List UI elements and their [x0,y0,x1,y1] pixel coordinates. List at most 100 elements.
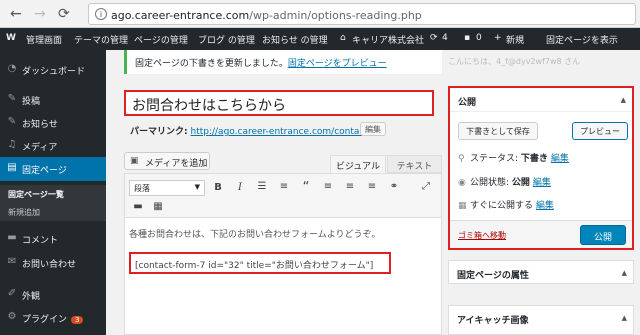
sidebar-item-dashboard[interactable]: ◔ ダッシュボード [0,58,106,82]
eye-icon: ◉ [458,178,466,188]
adminbar-updates-count[interactable]: 4 [442,33,448,43]
fullscreen-icon[interactable]: ⤢ [419,181,433,192]
chevron-down-icon: ▼ [194,183,200,191]
adminbar-item-site[interactable]: キャリア株式会社 [352,33,424,46]
align-right-icon[interactable]: ≡ [365,181,379,192]
italic-icon[interactable]: I [233,182,247,193]
page-icon: ▤ [7,162,17,173]
url-path: /wp-admin/options-reading.php [249,9,422,22]
sidebar-item-pages[interactable]: ▤ 固定ページ [0,157,106,181]
sidebar-subitem-all-pages[interactable]: 固定ページ一覧 [0,185,106,203]
notice-preview-link[interactable]: 固定ページをプレビュー [288,59,387,69]
plugin-icon: ⚙ [7,311,17,322]
permalink-row: パーマリンク: http://ago.career-entrance.com/c… [130,124,371,137]
browser-toolbar: ← → ⟳ i ago.career-entrance.com/wp-admin… [0,0,640,28]
status-edit-link[interactable]: 編集 [551,154,569,164]
schedule-row: ▦ すぐに公開する 編集 [458,198,554,211]
media-icon: ♫ [7,139,17,150]
align-center-icon[interactable]: ≡ [343,181,357,192]
post-title-value: お問合わせはこちらから [132,98,286,114]
move-to-trash-link[interactable]: ゴミ箱へ移動 [458,230,506,241]
greeting-text: こんにちは、4_f@dyv2wf7w8 さん [448,57,581,66]
adminbar-item-themes[interactable]: テーマの管理 [74,33,128,46]
preview-button[interactable]: プレビュー [572,122,628,140]
forward-arrow-icon[interactable]: → [34,6,46,22]
notice-message: 固定ページの下書きを更新しました。 [135,59,288,69]
brush-icon: ✐ [7,288,17,299]
url-text[interactable]: ago.career-entrance.com/wp-admin/options… [111,9,422,22]
tab-visual[interactable]: ビジュアル [330,155,386,173]
contact-form-shortcode: [contact-form-7 id="32" title="お問い合わせフォー… [129,252,391,274]
reload-icon[interactable]: ⟳ [58,6,70,22]
post-title-input[interactable]: お問合わせはこちらから [124,90,434,116]
visibility-edit-link[interactable]: 編集 [533,178,551,188]
comment-icon: ▪ [464,33,471,43]
caret-up-icon[interactable]: ▲ [622,314,627,322]
sidebar-item-media[interactable]: ♫ メディア [0,134,106,158]
comment-icon: ▬ [7,232,17,243]
back-arrow-icon[interactable]: ← [10,6,22,22]
sidebar-item-appearance[interactable]: ✐ 外観 [0,283,106,307]
adminbar-comments-count[interactable]: 0 [476,33,482,43]
numbered-list-icon[interactable]: ≡ [277,181,291,192]
content-editor[interactable]: 段落 ▼ B I ☰ ≡ “ ≡ ≡ ≡ ⚭ ⤢ ▬ ▦ 各種お問合わせは、下記… [124,173,442,335]
save-draft-button[interactable]: 下書きとして保存 [458,122,538,140]
sidebar-item-comments[interactable]: ▬ コメント [0,227,106,251]
info-icon[interactable]: i [95,8,107,20]
schedule-edit-link[interactable]: 編集 [536,201,554,211]
add-media-button[interactable]: ▣ メディアを追加 [124,152,210,170]
adminbar-item-blog[interactable]: ブログ の管理 [198,33,255,46]
wordpress-logo-icon[interactable]: W [6,33,16,43]
adminbar-item-dashboard[interactable]: 管理画面 [26,33,62,46]
permalink-url[interactable]: http://ago.career-entrance.com/contact/ [190,127,370,137]
page-attributes-box[interactable]: 固定ページの属性 ▲ [448,260,634,284]
sidebar-item-label: お問い合わせ [22,260,77,270]
featured-image-box[interactable]: アイキャッチ画像 ▲ [448,305,634,335]
link-icon[interactable]: ⚭ [387,181,401,192]
blockquote-icon[interactable]: “ [299,180,313,195]
adminbar-item-pages[interactable]: ページの管理 [134,33,188,46]
publish-actions: ゴミ箱へ移動 公開 [450,220,632,248]
sidebar-item-plugins[interactable]: ⚙ プラグイン 3 [0,306,106,330]
page-attributes-title: 固定ページの属性 [457,271,529,281]
mail-icon: ✉ [7,256,17,267]
bullet-list-icon[interactable]: ☰ [255,181,269,192]
home-icon: ⌂ [340,33,346,43]
permalink-label: パーマリンク: [130,127,188,137]
permalink-edit-button[interactable]: 編集 [360,122,386,136]
sidebar-item-contact[interactable]: ✉ お問い合わせ [0,251,106,275]
sidebar-item-news[interactable]: ✎ お知らせ [0,111,106,135]
sidebar-subitem-label: 新規追加 [8,208,40,217]
featured-image-title: アイキャッチ画像 [457,316,529,326]
update-notice: 固定ページの下書きを更新しました。固定ページをプレビュー [124,50,442,74]
toolbar-toggle-icon[interactable]: ▦ [151,201,165,212]
format-select[interactable]: 段落 ▼ [129,180,205,196]
sidebar-item-label: お知らせ [22,120,58,130]
bold-icon[interactable]: B [211,182,225,193]
adminbar-item-new[interactable]: 新規 [506,33,524,46]
sidebar-item-posts[interactable]: ✎ 投稿 [0,88,106,112]
plus-icon: + [494,33,502,43]
status-row: ⚲ ステータス: 下書き 編集 [458,151,569,164]
tab-text[interactable]: テキスト [387,155,442,173]
publish-button[interactable]: 公開 [580,225,626,245]
caret-up-icon[interactable]: ▲ [622,269,627,277]
sidebar-subitem-label: 固定ページ一覧 [8,190,64,199]
read-more-icon[interactable]: ▬ [131,201,145,212]
sidebar-item-label: コメント [22,236,59,246]
caret-up-icon[interactable]: ▲ [621,96,626,104]
visibility-value: 公開 [511,178,530,188]
pin-icon: ✎ [7,116,17,127]
pin-icon: ⚲ [458,154,465,164]
editor-toolbar: 段落 ▼ B I ☰ ≡ “ ≡ ≡ ≡ ⚭ ⤢ ▬ ▦ [125,174,441,218]
align-left-icon[interactable]: ≡ [321,181,335,192]
publish-box-header[interactable]: 公開 ▲ [450,88,632,112]
adminbar-item-news[interactable]: お知らせ の管理 [262,33,328,46]
notice-text: 固定ページの下書きを更新しました。固定ページをプレビュー [135,56,387,69]
adminbar-item-view-page[interactable]: 固定ページを表示 [546,33,618,46]
address-bar[interactable]: i ago.career-entrance.com/wp-admin/optio… [88,3,636,25]
publish-box: 公開 ▲ 下書きとして保存 プレビュー ⚲ ステータス: 下書き 編集 ◉ 公開状態… [448,86,634,250]
status-label: ステータス: [470,154,519,164]
sidebar-item-label: 投稿 [22,97,41,107]
sidebar-subitem-add-new[interactable]: 新規追加 [0,203,106,221]
